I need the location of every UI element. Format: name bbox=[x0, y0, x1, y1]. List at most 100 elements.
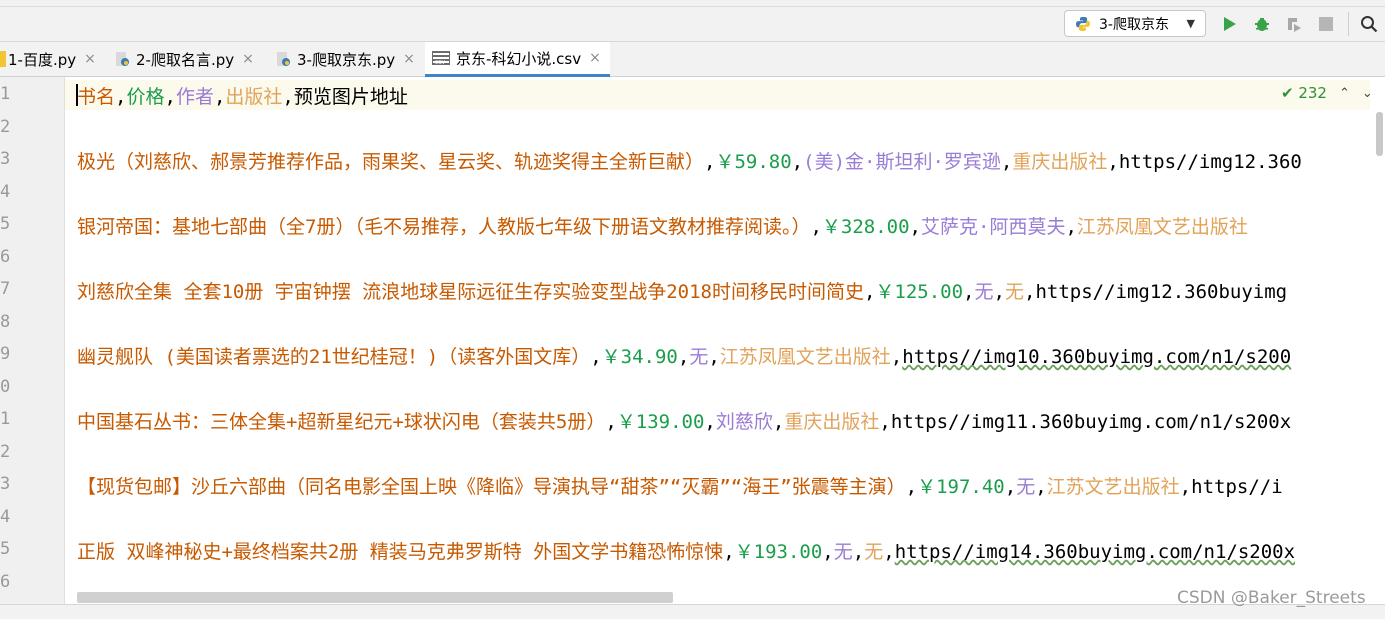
cell-separator: , bbox=[1023, 281, 1036, 303]
run-configuration-selector[interactable]: 3-爬取京东 ▼ bbox=[1064, 10, 1206, 37]
python-icon bbox=[1076, 16, 1090, 31]
cell-separator: , bbox=[704, 151, 716, 173]
cell-image-url: https//img11.360buyimg.com/n1/s200x bbox=[890, 411, 1292, 433]
cell-separator: , bbox=[704, 411, 716, 433]
cell-separator: , bbox=[590, 346, 602, 368]
run-config-label: 3-爬取京东 bbox=[1099, 16, 1169, 33]
cell-separator: , bbox=[723, 541, 735, 563]
stop-button[interactable] bbox=[1315, 13, 1337, 35]
cell-separator: , bbox=[993, 281, 1005, 303]
main-toolbar: 3-爬取京东 ▼ bbox=[0, 0, 1385, 42]
cell-separator: , bbox=[772, 411, 785, 433]
cell-publisher: 无 bbox=[1004, 281, 1024, 303]
cell-publisher: 出版社 bbox=[225, 86, 283, 108]
close-icon[interactable]: × bbox=[589, 50, 601, 66]
cell-separator: , bbox=[1000, 151, 1013, 173]
python-file-icon bbox=[277, 52, 290, 66]
cell-author: 无 bbox=[833, 541, 853, 563]
cell-separator: , bbox=[810, 216, 822, 238]
cell-title: 正版 双峰神秘史+最终档案共2册 精装马克弗罗斯特 外国文学书籍恐怖惊悚 bbox=[77, 541, 724, 563]
cell-image-url: https//img12.360 bbox=[1118, 151, 1302, 173]
csv-line-1: 书名,价格,作者,出版社,预览图片地址 bbox=[77, 82, 408, 109]
cell-image-url: https//img12.360buyimg bbox=[1035, 281, 1288, 303]
cell-image-url: https//i bbox=[1191, 476, 1283, 498]
cell-separator: , bbox=[909, 216, 921, 238]
cell-separator: , bbox=[1179, 476, 1192, 498]
tab-2-quotes[interactable]: 2-爬取名言.py × bbox=[114, 42, 264, 76]
line-number-gutter: 1 2 3 4 5 6 7 8 9 0 1 2 3 4 5 6 bbox=[0, 77, 65, 604]
cell-publisher: 江苏凤凰文艺出版社 bbox=[1076, 216, 1248, 238]
cell-title: 极光（刘慈欣、郝景芳推荐作品，雨果奖、星云奖、轨迹奖得主全新巨献） bbox=[77, 151, 705, 173]
cell-title: 刘慈欣全集 全套10册 宇宙钟摆 流浪地球星际远征生存实验变型战争2018时间移… bbox=[77, 281, 864, 303]
cell-price: ￥59.80 bbox=[715, 151, 792, 173]
horizontal-scrollbar[interactable] bbox=[77, 592, 673, 603]
close-icon[interactable]: × bbox=[242, 51, 254, 67]
watermark: CSDN @Baker_Streets bbox=[1177, 588, 1366, 608]
csv-line-9: 幽灵舰队 (美国读者票选的21世纪桂冠！)（读客外国文库）,￥34.90,无,江… bbox=[77, 342, 1291, 369]
csv-line-5: 银河帝国：基地七部曲（全7册）（毛不易推荐，人教版七年级下册语文教材推荐阅读。）… bbox=[77, 212, 1248, 239]
chevron-down-icon[interactable]: ⌄ bbox=[1362, 86, 1373, 101]
csv-line-13: 【现货包邮】沙丘六部曲（同名电影全国上映《降临》导演执导“甜茶”“灭霸”“海王”… bbox=[77, 472, 1283, 499]
line-number: 4 bbox=[0, 507, 11, 527]
close-icon[interactable]: × bbox=[403, 51, 415, 67]
cell-price: ￥34.90 bbox=[601, 346, 678, 368]
cell-separator: , bbox=[863, 281, 876, 303]
coverage-icon bbox=[1288, 18, 1301, 32]
python-file-icon bbox=[0, 51, 6, 67]
tab-label: 1-百度.py bbox=[8, 50, 77, 69]
cell-title: 【现货包邮】沙丘六部曲（同名电影全国上映《降临》导演执导“甜茶”“灭霸”“海王”… bbox=[77, 476, 906, 498]
cell-publisher: 江苏文艺出版社 bbox=[1046, 476, 1180, 498]
cell-price: ￥328.00 bbox=[821, 216, 910, 238]
cell-author: 刘慈欣 bbox=[715, 411, 773, 433]
cell-title: 中国基石丛书：三体全集+超新星纪元+球状闪电（套装共5册） bbox=[77, 411, 606, 433]
cell-separator: , bbox=[890, 346, 903, 368]
tab-3-jd[interactable]: 3-爬取京东.py × bbox=[275, 42, 425, 76]
line-number: 7 bbox=[0, 279, 11, 299]
line-number: 1 bbox=[0, 409, 11, 429]
chevron-up-icon[interactable]: ⌃ bbox=[1339, 86, 1350, 101]
line-number: 3 bbox=[0, 149, 11, 169]
csv-file-icon: CSV bbox=[432, 51, 450, 66]
line-number: 2 bbox=[0, 442, 11, 462]
stop-icon bbox=[1319, 17, 1333, 31]
cell-separator: , bbox=[1107, 151, 1119, 173]
coverage-button[interactable] bbox=[1283, 13, 1305, 35]
cell-separator: , bbox=[1035, 476, 1047, 498]
inspection-count: ✔ 232 bbox=[1281, 84, 1327, 102]
inspection-widget[interactable]: ✔ 232 ⌃ ⌄ bbox=[1281, 84, 1373, 102]
cell-separator: , bbox=[852, 541, 865, 563]
vertical-scrollbar[interactable] bbox=[1376, 112, 1383, 156]
cell-publisher: 江苏凤凰文艺出版社 bbox=[719, 346, 891, 368]
tab-jd-scifi-csv[interactable]: CSV 京东-科幻小说.csv × bbox=[425, 42, 610, 77]
line-number: 3 bbox=[0, 474, 11, 494]
tab-1-baidu[interactable]: 1-百度.py × bbox=[0, 42, 107, 76]
run-icon bbox=[1224, 17, 1236, 31]
debug-button[interactable] bbox=[1251, 13, 1273, 35]
cell-separator: , bbox=[879, 411, 891, 433]
cell-separator: , bbox=[164, 86, 176, 108]
line-number: 4 bbox=[0, 182, 11, 202]
cell-separator: , bbox=[282, 86, 294, 108]
line-number: 5 bbox=[0, 214, 11, 234]
cell-image-url: https//img10.360buyimg.com/n1/s200 bbox=[902, 346, 1292, 368]
csv-line-3: 极光（刘慈欣、郝景芳推荐作品，雨果奖、星云奖、轨迹奖得主全新巨献）,￥59.80… bbox=[77, 147, 1302, 174]
search-icon bbox=[1361, 16, 1378, 33]
run-button[interactable] bbox=[1219, 13, 1241, 35]
cell-separator: , bbox=[708, 346, 720, 368]
cell-title: 书名 bbox=[77, 86, 116, 108]
csv-line-15: 正版 双峰神秘史+最终档案共2册 精装马克弗罗斯特 外国文学书籍恐怖惊悚,￥19… bbox=[77, 537, 1295, 564]
cell-image-url: https//img14.360buyimg.com/n1/s200x bbox=[894, 541, 1296, 563]
cell-separator: , bbox=[905, 476, 918, 498]
cell-image-url: 预览图片地址 bbox=[293, 86, 408, 108]
line-number: 6 bbox=[0, 572, 11, 592]
tab-label: 3-爬取京东.py bbox=[297, 50, 396, 69]
python-file-icon bbox=[116, 52, 129, 66]
cell-separator: , bbox=[791, 151, 804, 173]
cell-price: ￥139.00 bbox=[616, 411, 705, 433]
tab-label: 京东-科幻小说.csv bbox=[456, 49, 582, 68]
cell-separator: , bbox=[963, 281, 975, 303]
cell-separator: , bbox=[883, 541, 895, 563]
search-button[interactable] bbox=[1358, 13, 1380, 35]
cell-price: ￥197.40 bbox=[917, 476, 1005, 498]
close-icon[interactable]: × bbox=[84, 51, 96, 67]
